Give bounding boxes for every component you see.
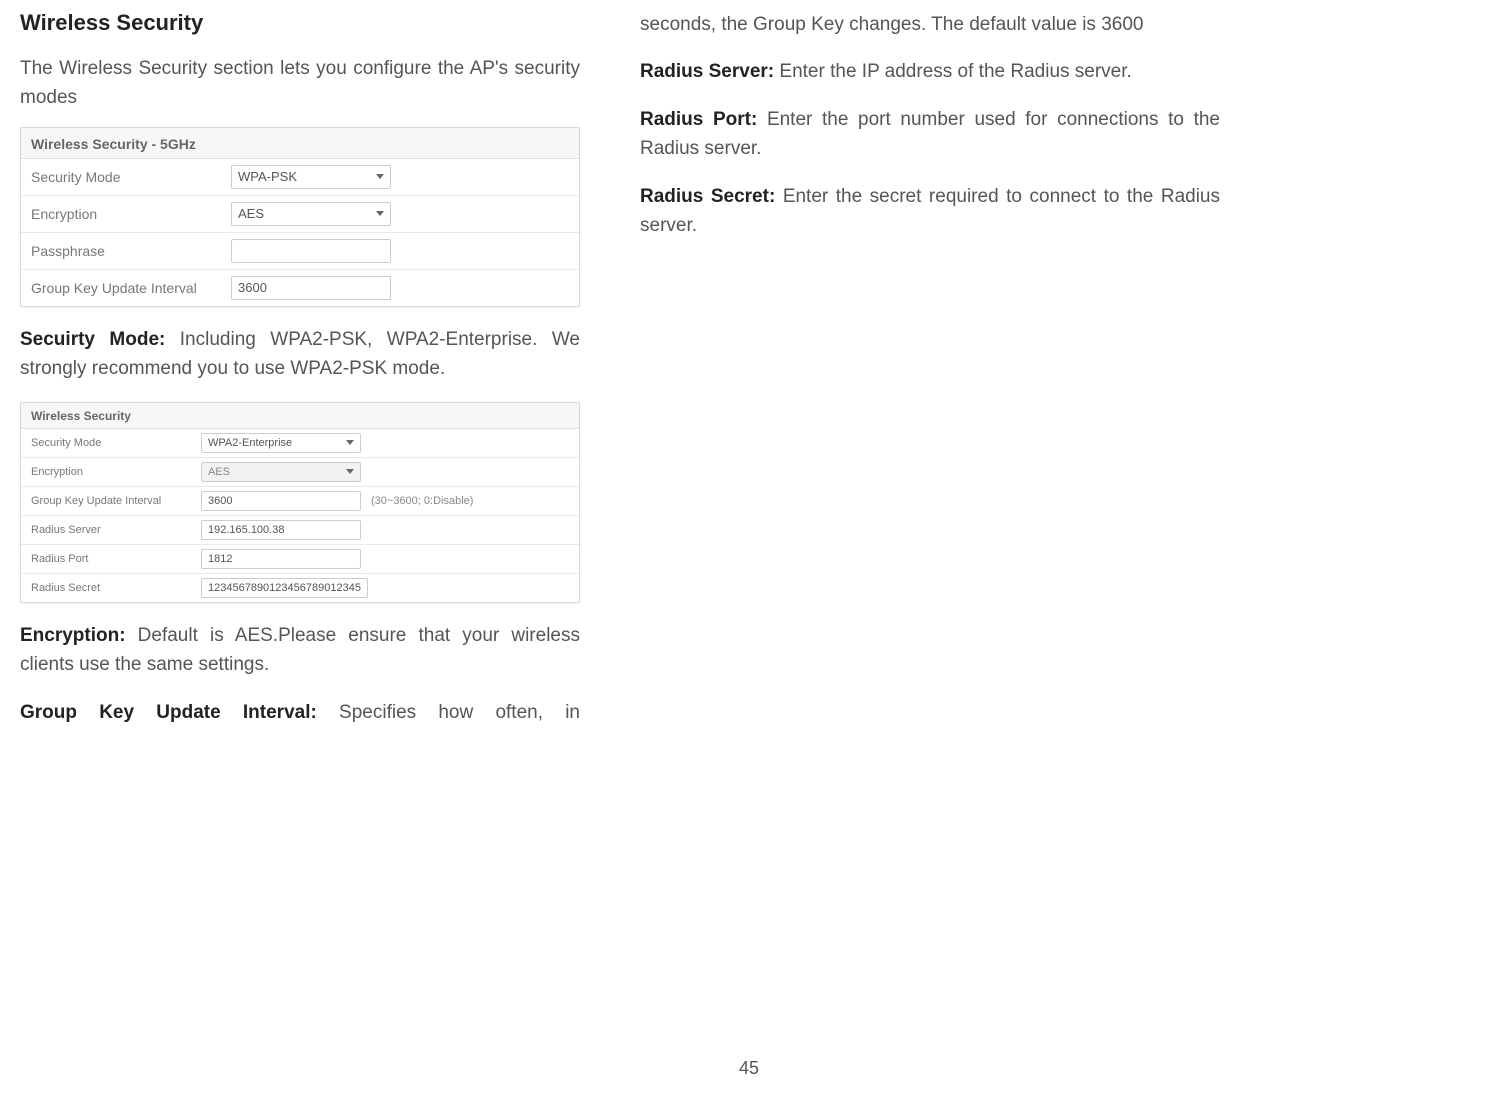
form-row-passphrase: Passphrase bbox=[21, 233, 579, 270]
term-radius-secret: Radius Secret: bbox=[640, 186, 783, 207]
input-value: 3600 bbox=[208, 495, 232, 507]
term-encryption: Encryption: bbox=[20, 625, 138, 646]
wireless-security-panel-5ghz: Wireless Security - 5GHz Security Mode W… bbox=[20, 127, 580, 307]
label-security-mode: Security Mode bbox=[31, 437, 201, 449]
panel-title: Wireless Security - 5GHz bbox=[21, 128, 579, 159]
form-row-encryption: Encryption AES bbox=[21, 196, 579, 233]
radius-port-description: Radius Port: Enter the port number used … bbox=[640, 105, 1220, 164]
input-radius-secret[interactable]: 1234567890123456789012345 bbox=[201, 578, 368, 598]
form-row-group-key-interval: Group Key Update Interval 3600 (30~3600;… bbox=[21, 487, 579, 516]
intro-paragraph: The Wireless Security section lets you c… bbox=[20, 54, 580, 113]
section-heading: Wireless Security bbox=[20, 10, 580, 36]
label-encryption: Encryption bbox=[31, 206, 231, 222]
right-column: seconds, the Group Key changes. The defa… bbox=[640, 10, 1220, 745]
left-column: Wireless Security The Wireless Security … bbox=[20, 10, 580, 745]
security-mode-description: Secuirty Mode: Including WPA2-PSK, WPA2-… bbox=[20, 325, 580, 384]
document-page: Wireless Security The Wireless Security … bbox=[20, 10, 1478, 745]
term-radius-server: Radius Server: bbox=[640, 61, 779, 82]
text-gkui: Specifies how often, in bbox=[339, 702, 580, 723]
form-row-radius-server: Radius Server 192.165.100.38 bbox=[21, 516, 579, 545]
panel-title: Wireless Security bbox=[21, 403, 579, 429]
label-security-mode: Security Mode bbox=[31, 169, 231, 185]
select-value: WPA-PSK bbox=[238, 169, 297, 184]
label-radius-server: Radius Server bbox=[31, 524, 201, 536]
select-encryption[interactable]: AES bbox=[201, 462, 361, 482]
wireless-security-panel-enterprise: Wireless Security Security Mode WPA2-Ent… bbox=[20, 402, 580, 603]
select-value: WPA2-Enterprise bbox=[208, 437, 292, 449]
radius-secret-description: Radius Secret: Enter the secret required… bbox=[640, 182, 1220, 241]
term-radius-port: Radius Port: bbox=[640, 109, 767, 130]
form-row-radius-secret: Radius Secret 1234567890123456789012345 bbox=[21, 574, 579, 602]
select-value: AES bbox=[208, 466, 230, 478]
group-key-interval-continuation: seconds, the Group Key changes. The defa… bbox=[640, 10, 1220, 39]
form-row-group-key-interval: Group Key Update Interval 3600 bbox=[21, 270, 579, 306]
chevron-down-icon bbox=[346, 469, 354, 474]
input-radius-port[interactable]: 1812 bbox=[201, 549, 361, 569]
input-group-key-interval[interactable]: 3600 bbox=[231, 276, 391, 300]
input-passphrase[interactable] bbox=[231, 239, 391, 263]
form-row-radius-port: Radius Port 1812 bbox=[21, 545, 579, 574]
label-group-key-interval: Group Key Update Interval bbox=[31, 280, 231, 296]
label-radius-secret: Radius Secret bbox=[31, 582, 201, 594]
radius-server-description: Radius Server: Enter the IP address of t… bbox=[640, 57, 1220, 86]
chevron-down-icon bbox=[376, 211, 384, 216]
select-security-mode[interactable]: WPA-PSK bbox=[231, 165, 391, 189]
input-value: 1812 bbox=[208, 553, 232, 565]
encryption-description: Encryption: Default is AES.Please ensure… bbox=[20, 621, 580, 680]
input-value: 1234567890123456789012345 bbox=[208, 582, 361, 594]
label-radius-port: Radius Port bbox=[31, 553, 201, 565]
select-encryption[interactable]: AES bbox=[231, 202, 391, 226]
term-gkui: Group Key Update Interval: bbox=[20, 702, 339, 723]
form-row-security-mode: Security Mode WPA2-Enterprise bbox=[21, 429, 579, 458]
term-security-mode: Secuirty Mode: bbox=[20, 329, 180, 350]
form-row-encryption: Encryption AES bbox=[21, 458, 579, 487]
input-radius-server[interactable]: 192.165.100.38 bbox=[201, 520, 361, 540]
label-group-key-interval: Group Key Update Interval bbox=[31, 495, 201, 507]
chevron-down-icon bbox=[376, 174, 384, 179]
chevron-down-icon bbox=[346, 440, 354, 445]
input-value: 3600 bbox=[238, 280, 267, 295]
group-key-interval-description: Group Key Update Interval: Specifies how… bbox=[20, 698, 580, 727]
label-encryption: Encryption bbox=[31, 466, 201, 478]
text-radius-server: Enter the IP address of the Radius serve… bbox=[779, 61, 1131, 82]
input-value: 192.165.100.38 bbox=[208, 524, 284, 536]
input-group-key-interval[interactable]: 3600 bbox=[201, 491, 361, 511]
form-row-security-mode: Security Mode WPA-PSK bbox=[21, 159, 579, 196]
label-passphrase: Passphrase bbox=[31, 243, 231, 259]
hint-group-key-interval: (30~3600; 0:Disable) bbox=[371, 495, 473, 507]
select-security-mode[interactable]: WPA2-Enterprise bbox=[201, 433, 361, 453]
select-value: AES bbox=[238, 206, 264, 221]
page-number: 45 bbox=[0, 1058, 1498, 1079]
